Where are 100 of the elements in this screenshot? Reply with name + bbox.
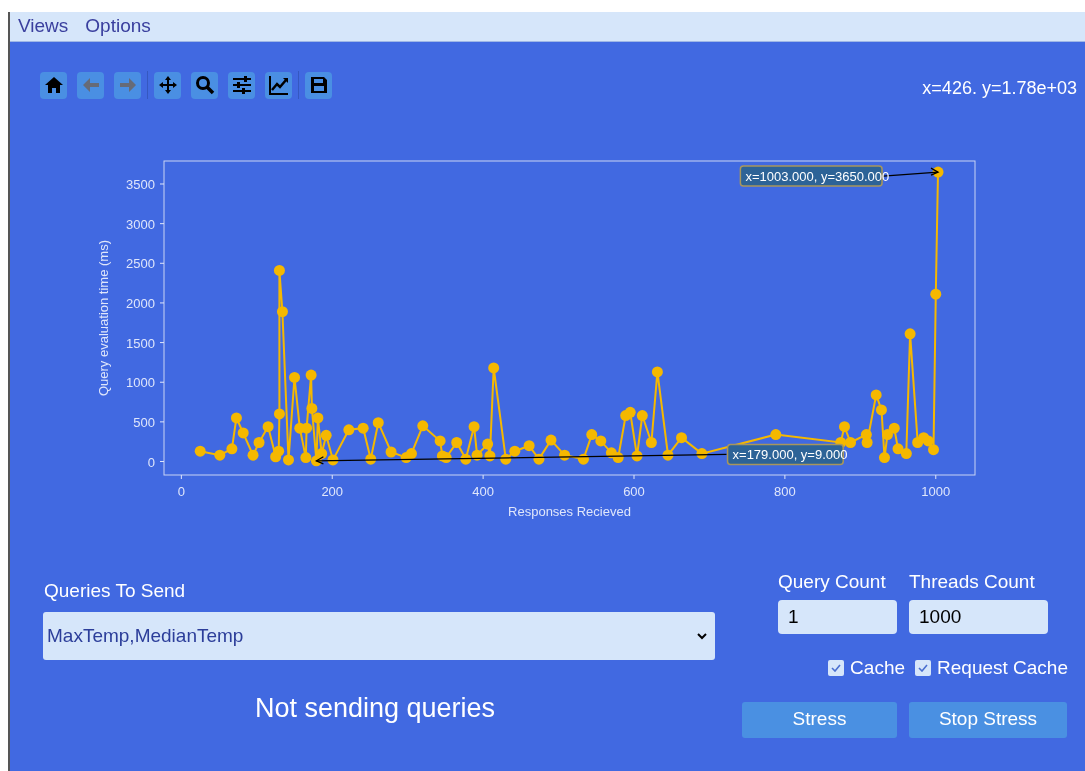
data-point xyxy=(595,435,607,447)
data-point xyxy=(262,421,274,433)
data-point xyxy=(385,446,397,458)
checkbox[interactable] xyxy=(828,660,845,677)
data-point xyxy=(662,449,674,461)
data-point xyxy=(327,454,339,466)
data-point xyxy=(237,427,249,439)
data-point xyxy=(300,452,312,464)
checkbox-label: Cache xyxy=(850,656,906,680)
search-icon xyxy=(194,75,215,95)
data-point xyxy=(631,450,643,462)
y-tick-label: 500 xyxy=(133,414,155,430)
toolbar-button[interactable] xyxy=(154,71,181,99)
data-point xyxy=(194,445,206,457)
annotation: x=1003.000, y=3650.000 xyxy=(745,169,890,185)
number-field[interactable]: 1000 xyxy=(909,600,1048,634)
data-point xyxy=(900,448,912,460)
y-tick-label: 3000 xyxy=(126,216,155,232)
x-axis-tick: 0 xyxy=(177,474,185,499)
x-tick-label: 200 xyxy=(321,484,344,499)
field-label: Query Count xyxy=(778,570,887,594)
menu-item[interactable]: Views xyxy=(18,12,69,41)
data-point xyxy=(372,417,384,429)
data-point xyxy=(509,445,521,457)
x-tick-label: 1000 xyxy=(921,484,951,499)
toolbar-button[interactable] xyxy=(228,71,255,99)
data-point xyxy=(577,453,589,465)
data-point xyxy=(214,449,226,461)
data-point xyxy=(645,437,657,448)
data-point xyxy=(928,444,939,456)
data-point xyxy=(922,435,934,447)
data-point xyxy=(365,453,377,465)
data-point xyxy=(301,422,313,434)
checkbox-label: Request Cache xyxy=(937,656,1068,680)
data-point xyxy=(559,449,571,461)
data-point xyxy=(770,429,782,441)
data-point xyxy=(312,412,324,424)
data-point xyxy=(676,432,688,444)
axis-label: Responses Recieved xyxy=(508,504,631,519)
number-field[interactable]: 1 xyxy=(778,600,897,634)
y-axis-tick: 3500 xyxy=(126,177,165,192)
data-point xyxy=(624,406,636,418)
queries-dropdown[interactable]: MaxTemp,MedianTemp xyxy=(43,612,715,660)
data-point xyxy=(861,437,873,448)
data-point xyxy=(273,264,285,276)
line-chart-icon xyxy=(268,75,289,95)
toolbar-button[interactable] xyxy=(305,71,332,99)
x-axis-tick: 200 xyxy=(321,474,344,499)
y-tick-label: 1000 xyxy=(126,375,155,391)
field-label: Threads Count xyxy=(909,570,1036,594)
y-axis-tick: 2000 xyxy=(126,295,165,311)
data-point xyxy=(460,453,472,465)
data-point xyxy=(273,445,285,457)
data-point xyxy=(904,328,916,340)
x-axis-tick: 600 xyxy=(623,474,645,499)
y-axis-tick: 1000 xyxy=(126,375,165,391)
checkbox[interactable] xyxy=(915,660,932,677)
data-point xyxy=(612,452,624,464)
data-point xyxy=(484,450,496,462)
data-point xyxy=(696,448,708,460)
data-point xyxy=(247,449,259,461)
data-point xyxy=(253,437,265,448)
y-axis-tick: 3000 xyxy=(126,216,165,232)
check-icon xyxy=(831,664,842,673)
check-icon xyxy=(918,664,929,673)
data-point xyxy=(882,429,893,441)
data-point xyxy=(523,440,535,452)
y-tick-label: 1500 xyxy=(126,335,155,351)
data-point xyxy=(482,438,494,450)
y-tick-label: 2000 xyxy=(126,295,155,311)
data-point xyxy=(289,371,300,383)
y-axis-tick: 0 xyxy=(147,454,165,470)
x-tick-label: 800 xyxy=(774,484,796,499)
axis-label: Query evaluation time (ms) xyxy=(96,239,111,397)
data-point xyxy=(440,452,452,464)
data-point xyxy=(316,448,328,460)
data-point xyxy=(451,437,463,448)
data-point xyxy=(226,443,238,455)
data-point xyxy=(500,453,512,465)
toolbar-button[interactable] xyxy=(40,71,67,99)
menu-item[interactable]: Options xyxy=(85,12,151,41)
status-text: Not sending queries xyxy=(254,692,496,725)
cursor-readout: x=426. y=1.78e+03 xyxy=(922,77,1077,100)
x-tick-label: 0 xyxy=(177,484,185,499)
y-axis-tick: 1500 xyxy=(126,335,165,351)
data-point xyxy=(306,402,318,414)
data-point xyxy=(545,434,557,446)
y-tick-label: 3500 xyxy=(126,176,155,192)
toolbar-button[interactable] xyxy=(191,71,218,99)
right-arrow-icon xyxy=(117,75,138,95)
data-point xyxy=(471,449,483,461)
data-point xyxy=(533,453,545,465)
data-point xyxy=(417,420,429,432)
y-tick-label: 0 xyxy=(147,454,155,470)
x-tick-label: 400 xyxy=(472,484,494,499)
chevron-down-icon xyxy=(697,632,707,640)
field-label: Queries To Send xyxy=(44,579,187,603)
toolbar-button[interactable] xyxy=(265,71,292,99)
data-point xyxy=(845,437,856,448)
data-point xyxy=(932,166,944,178)
